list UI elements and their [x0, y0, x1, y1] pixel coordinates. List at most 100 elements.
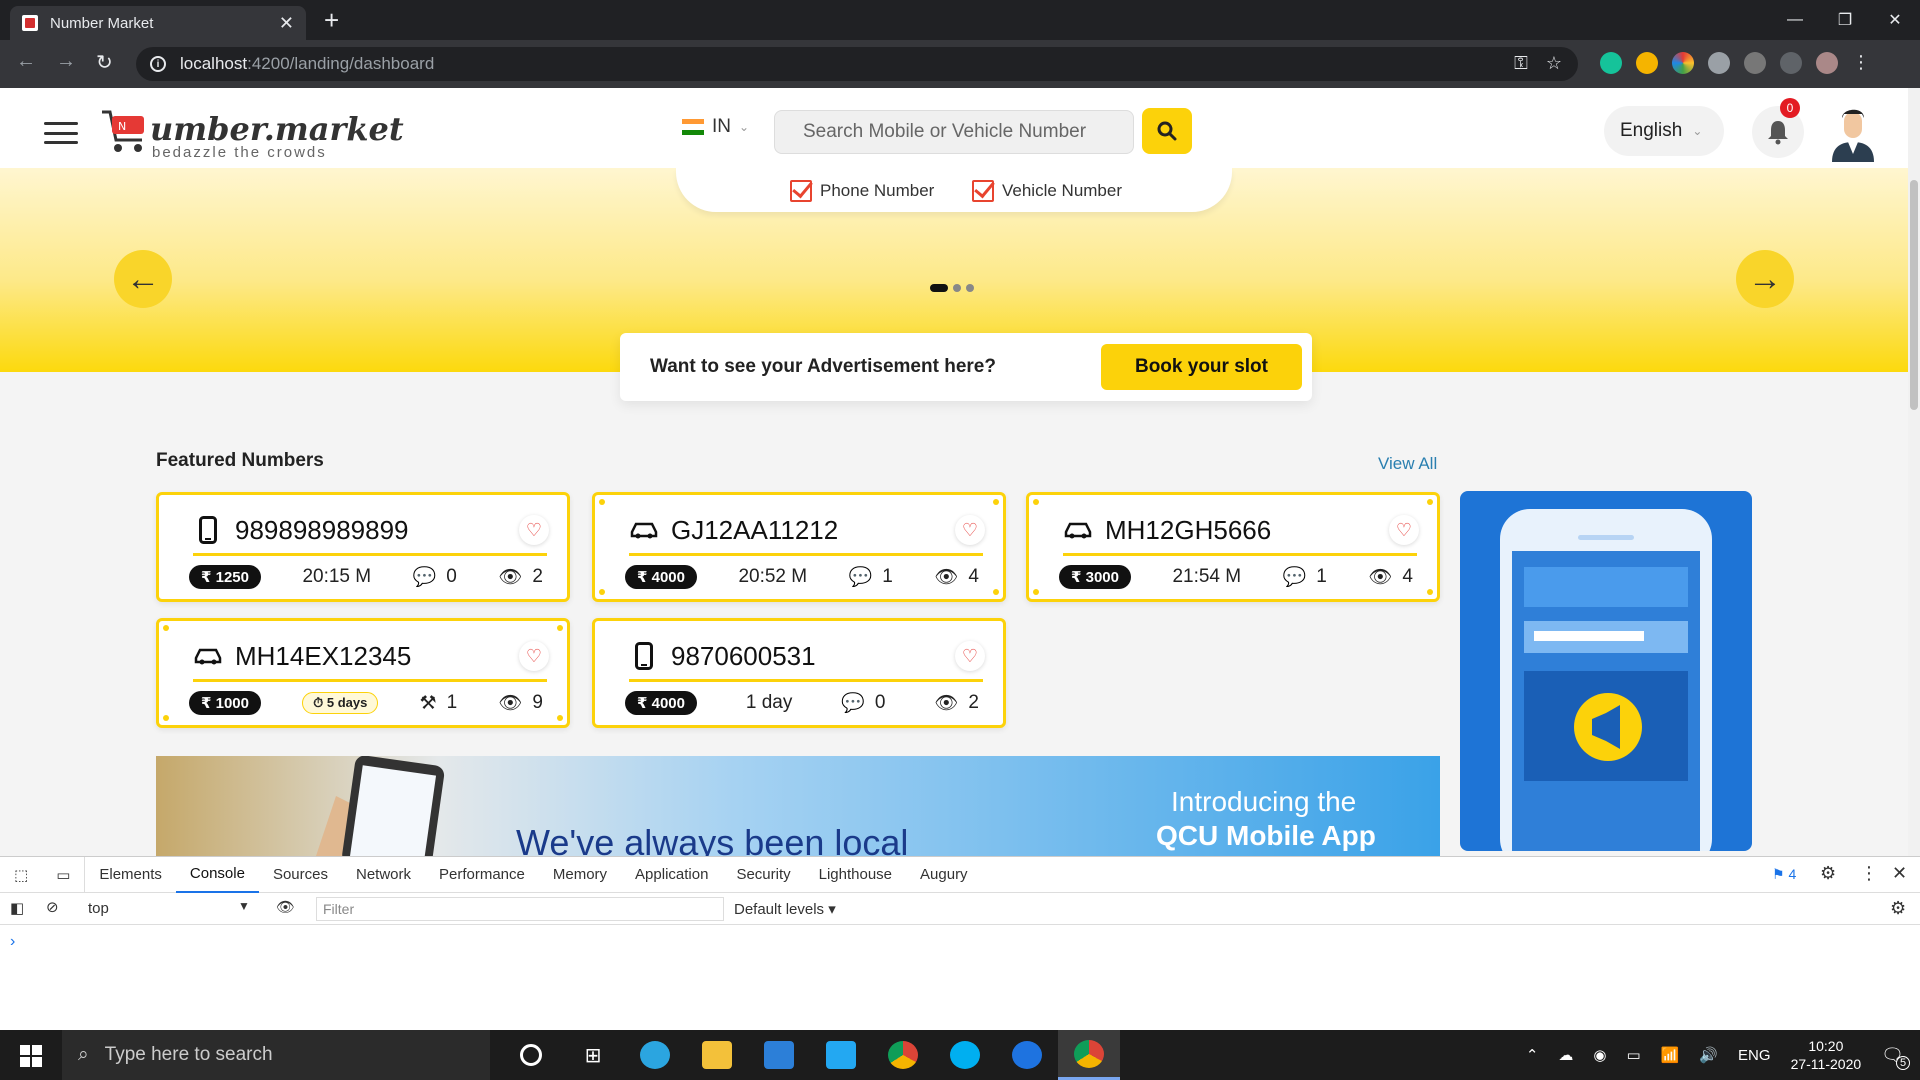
book-slot-button[interactable]: Book your slot: [1100, 344, 1302, 390]
chevron-down-icon[interactable]: ▼: [238, 899, 250, 913]
puzzle-icon[interactable]: [1780, 52, 1802, 74]
restore-button[interactable]: ❐: [1820, 0, 1870, 40]
battery-icon[interactable]: ▭: [1626, 1046, 1640, 1064]
close-devtools-icon[interactable]: ✕: [1892, 863, 1907, 884]
tab-security[interactable]: Security: [722, 857, 804, 893]
featured-card[interactable]: MH12GH5666 ♡ ₹ 3000 21:54 M 💬 1 👁 4: [1026, 492, 1440, 602]
wifi-icon[interactable]: 📶: [1661, 1046, 1680, 1064]
vscode-icon[interactable]: [810, 1030, 872, 1080]
bookmark-star-icon[interactable]: ☆: [1546, 53, 1562, 74]
grammarly-icon[interactable]: [1600, 52, 1622, 74]
tab-memory[interactable]: Memory: [539, 857, 621, 893]
phone-number-checkbox[interactable]: Phone Number: [790, 180, 934, 202]
cortana-icon[interactable]: [500, 1030, 562, 1080]
task-view-icon[interactable]: ⊞: [562, 1030, 624, 1080]
context-selector[interactable]: top: [88, 900, 109, 917]
featured-card[interactable]: GJ12AA11212 ♡ ₹ 4000 20:52 M 💬 1 👁 4: [592, 492, 1006, 602]
featured-card[interactable]: MH14EX12345 ♡ ₹ 1000 ⏱ 5 days ⚒ 1 👁 9: [156, 618, 570, 728]
clear-console-icon[interactable]: ⊘: [46, 898, 59, 916]
chat-count: 1: [882, 566, 893, 587]
maps-icon[interactable]: [996, 1030, 1058, 1080]
system-clock[interactable]: 10:20 27-11-2020: [1791, 1037, 1862, 1073]
carousel-dot[interactable]: [953, 284, 961, 292]
devtools-menu-icon[interactable]: ⋮: [1860, 863, 1878, 884]
device-toggle-icon[interactable]: ▭: [42, 856, 86, 893]
tab-console[interactable]: Console: [175, 857, 259, 893]
view-all-link[interactable]: View All: [1378, 454, 1437, 474]
tab-application[interactable]: Application: [621, 857, 722, 893]
issues-indicator[interactable]: ⚑ 4: [1772, 866, 1796, 883]
carousel-next-button[interactable]: →: [1736, 250, 1794, 308]
featured-card[interactable]: 9870600531 ♡ ₹ 4000 1 day 💬 0 👁 2: [592, 618, 1006, 728]
tab-lighthouse[interactable]: Lighthouse: [805, 857, 906, 893]
window-controls: — ❐ ✕: [1770, 0, 1920, 40]
tab-performance[interactable]: Performance: [425, 857, 539, 893]
console-prompt-icon[interactable]: ›: [10, 933, 15, 951]
hamburger-menu-icon[interactable]: [44, 122, 78, 144]
back-button[interactable]: ←: [16, 50, 36, 73]
scrollbar-thumb[interactable]: [1910, 180, 1918, 410]
profile-avatar-icon[interactable]: [1816, 52, 1838, 74]
console-settings-icon[interactable]: ⚙: [1890, 898, 1906, 919]
tab-augury[interactable]: Augury: [906, 857, 982, 893]
language-selector[interactable]: English ⌄: [1604, 106, 1724, 156]
heart-icon[interactable]: ♡: [955, 515, 985, 545]
onedrive-icon[interactable]: ☁: [1558, 1046, 1573, 1064]
promo-banner[interactable]: We've always been local Introducing the …: [156, 756, 1440, 856]
card-divider: [1063, 553, 1417, 556]
profile-k-icon[interactable]: [1744, 52, 1766, 74]
file-explorer-icon[interactable]: [686, 1030, 748, 1080]
extension-icon[interactable]: [1636, 52, 1658, 74]
taskbar-search[interactable]: ⌕ Type here to search: [62, 1030, 490, 1080]
edge-icon[interactable]: [624, 1030, 686, 1080]
search-input[interactable]: Search Mobile or Vehicle Number: [774, 110, 1134, 154]
carousel-prev-button[interactable]: ←: [114, 250, 172, 308]
console-filter-input[interactable]: Filter: [316, 897, 724, 921]
log-levels-dropdown[interactable]: Default levels ▾: [734, 900, 836, 918]
carousel-dot[interactable]: [966, 284, 974, 292]
carousel-dot[interactable]: [930, 284, 948, 292]
heart-icon[interactable]: ♡: [519, 515, 549, 545]
page-scrollbar[interactable]: [1908, 88, 1920, 856]
forward-button[interactable]: →: [56, 50, 76, 73]
cloud-icon[interactable]: [1708, 52, 1730, 74]
car-icon: [629, 515, 659, 545]
menu-icon[interactable]: ⋮: [1852, 52, 1870, 74]
chrome-active-icon[interactable]: [1058, 1030, 1120, 1080]
tab-network[interactable]: Network: [342, 857, 425, 893]
minimize-button[interactable]: —: [1770, 0, 1820, 40]
eye-icon[interactable]: 👁: [276, 898, 295, 916]
action-center-icon[interactable]: 🗨 5: [1881, 1045, 1910, 1070]
close-window-button[interactable]: ✕: [1870, 0, 1920, 40]
heart-icon[interactable]: ♡: [519, 641, 549, 671]
heart-icon[interactable]: ♡: [1389, 515, 1419, 545]
tab-sources[interactable]: Sources: [259, 857, 342, 893]
colorpicker-icon[interactable]: [1672, 52, 1694, 74]
volume-icon[interactable]: 🔊: [1699, 1046, 1718, 1064]
address-bar[interactable]: i localhost:4200/landing/dashboard ⚿ ☆: [136, 47, 1578, 81]
vehicle-number-checkbox[interactable]: Vehicle Number: [972, 180, 1122, 202]
new-tab-button[interactable]: +: [324, 6, 339, 34]
key-icon[interactable]: ⚿: [1514, 53, 1528, 74]
skype-icon[interactable]: [934, 1030, 996, 1080]
browser-tab[interactable]: Number Market ✕: [10, 6, 306, 40]
language-indicator[interactable]: ENG: [1738, 1047, 1771, 1064]
info-icon[interactable]: i: [150, 56, 166, 72]
tab-elements[interactable]: Elements: [85, 857, 176, 893]
windows-start-icon[interactable]: [20, 1045, 42, 1067]
country-selector[interactable]: IN ⌄: [682, 116, 749, 138]
featured-card[interactable]: 989898989899 ♡ ₹ 1250 20:15 M 💬 0 👁 2: [156, 492, 570, 602]
close-tab-icon[interactable]: ✕: [279, 13, 294, 34]
inspect-icon[interactable]: ⬚: [0, 857, 42, 893]
promo-illustration[interactable]: [1460, 491, 1752, 851]
search-button[interactable]: [1142, 108, 1192, 154]
heart-icon[interactable]: ♡: [955, 641, 985, 671]
reload-button[interactable]: ↻: [96, 50, 113, 75]
settings-gear-icon[interactable]: ⚙: [1820, 863, 1836, 884]
chrome-icon[interactable]: [872, 1030, 934, 1080]
webcam-icon[interactable]: ◉: [1593, 1046, 1606, 1064]
chevron-up-icon[interactable]: ⌃: [1526, 1046, 1539, 1064]
sidebar-toggle-icon[interactable]: ◧: [10, 899, 24, 917]
mail-icon[interactable]: [748, 1030, 810, 1080]
user-avatar[interactable]: [1826, 102, 1880, 162]
